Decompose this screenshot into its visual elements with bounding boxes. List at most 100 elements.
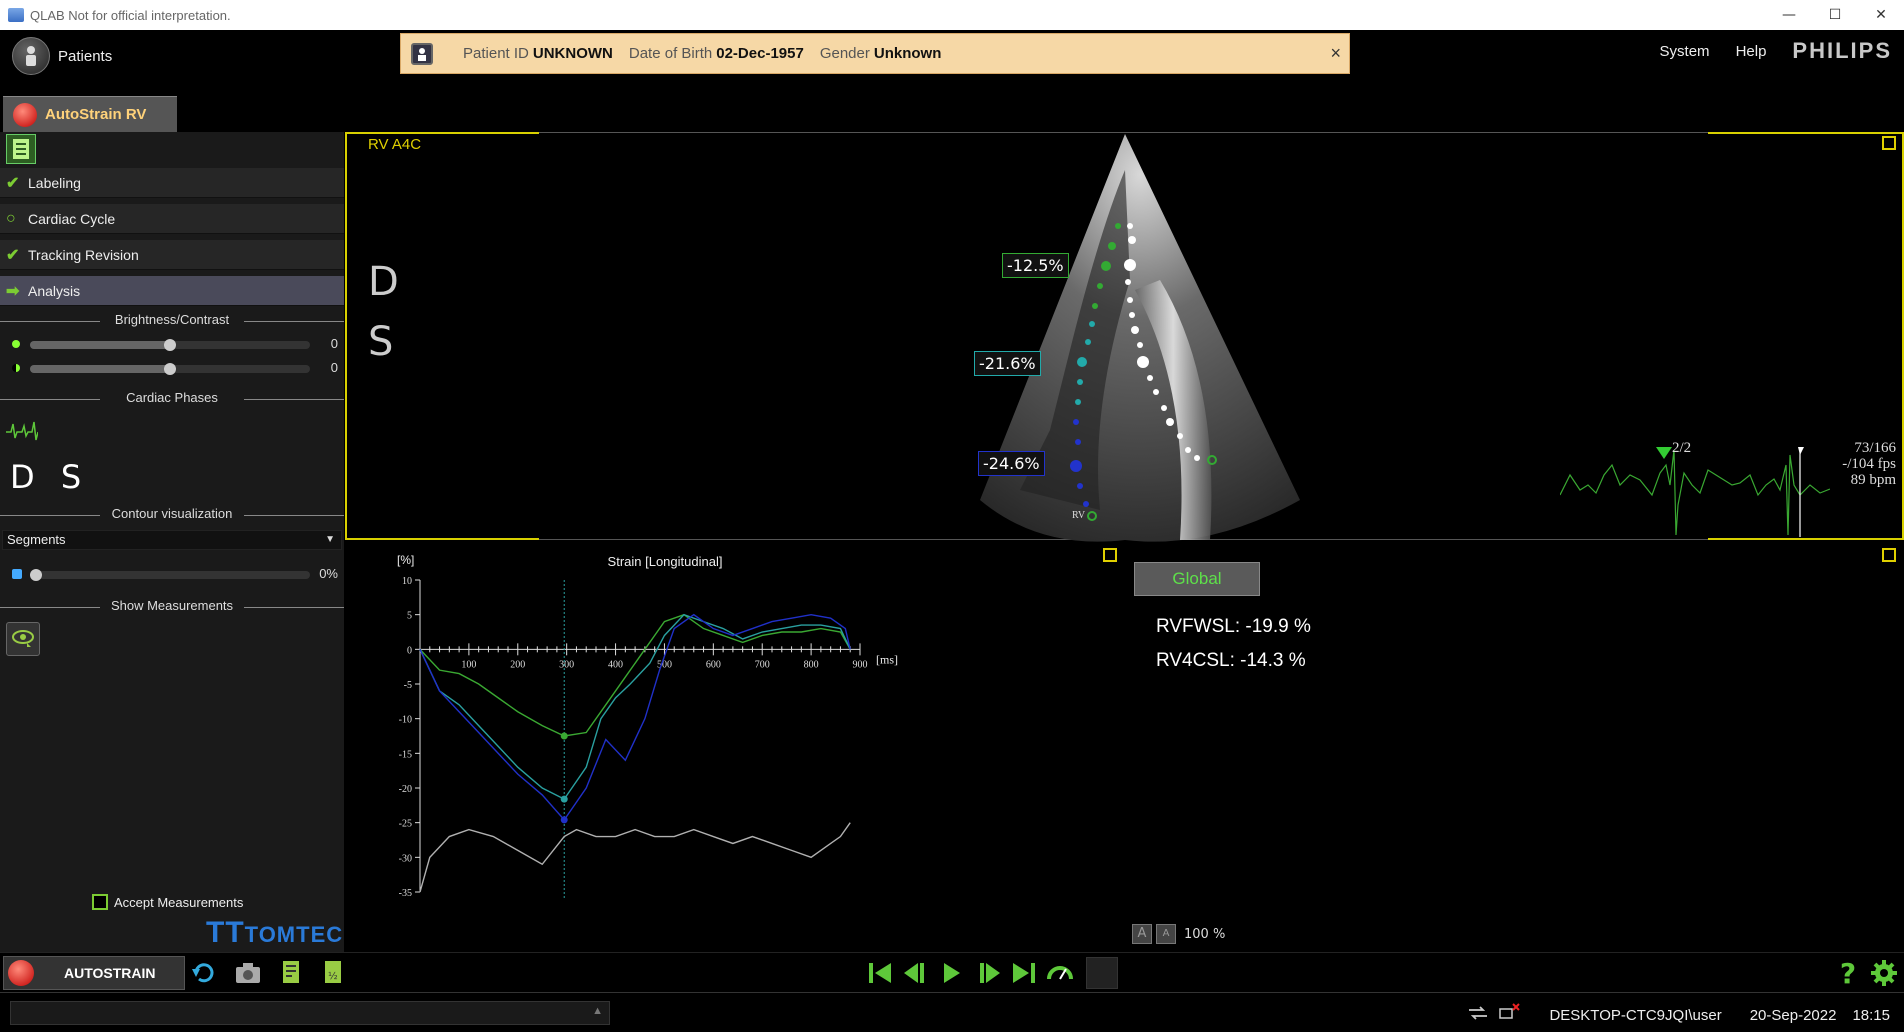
contrast-slider[interactable]: 0 bbox=[8, 360, 338, 376]
slider-knob[interactable] bbox=[164, 363, 176, 375]
view-d-label: D bbox=[368, 259, 399, 305]
step-cardiac-cycle[interactable]: ○ Cardiac Cycle bbox=[0, 204, 344, 234]
frame-rate: -/104 fps bbox=[1842, 456, 1896, 472]
rvfwsl-result: RVFWSL: -19.9 % bbox=[1156, 616, 1311, 637]
strain-chart[interactable]: Strain [Longitudinal] [%] [ms] 10 5 0 -5 -10 -15… bbox=[345, 548, 1105, 918]
expand-up-icon[interactable]: ▲ bbox=[592, 1005, 603, 1017]
dob-key: Date of Birth bbox=[628, 45, 713, 62]
cardiac-phases-title: Cardiac Phases bbox=[0, 390, 344, 408]
first-frame-icon[interactable] bbox=[864, 957, 896, 989]
export-report-icon[interactable]: ½ bbox=[318, 957, 350, 989]
slider-track[interactable] bbox=[30, 339, 310, 351]
brightness-icon bbox=[12, 340, 20, 348]
accept-label: Accept Measurements bbox=[114, 894, 244, 910]
measurement-label-basal: -12.5% bbox=[1002, 253, 1069, 278]
accept-checkbox[interactable] bbox=[92, 894, 108, 910]
status-date: 20-Sep-2022 bbox=[1749, 1006, 1837, 1024]
step-label: Tracking Revision bbox=[28, 246, 139, 263]
chart-series-line-3 bbox=[419, 822, 851, 893]
menu-help[interactable]: Help bbox=[1736, 43, 1767, 60]
step-label: Labeling bbox=[28, 174, 81, 191]
view-s-label: S bbox=[368, 319, 394, 365]
step-tracking-revision[interactable]: ✔ Tracking Revision bbox=[0, 240, 344, 270]
slider-track[interactable] bbox=[30, 569, 310, 581]
check-icon: ✔ bbox=[6, 246, 20, 264]
ecg-marker-right-icon bbox=[1798, 447, 1804, 455]
status-message-field[interactable]: ▲ bbox=[10, 1001, 610, 1025]
contour-opacity-slider[interactable]: 0% bbox=[8, 566, 338, 582]
patient-id-value: UNKNOWN bbox=[532, 45, 613, 62]
chart-y-tick-label: 10 bbox=[402, 576, 412, 587]
philips-logo: PHILIPS bbox=[1792, 38, 1892, 63]
ecg-marker-left-icon bbox=[1656, 447, 1672, 459]
camera-icon[interactable] bbox=[232, 957, 264, 989]
brightness-contrast-title: Brightness/Contrast bbox=[0, 312, 344, 330]
chart-ylabel: [%] bbox=[397, 553, 414, 567]
slider-track[interactable] bbox=[30, 363, 310, 375]
close-window-button[interactable]: ✕ bbox=[1858, 0, 1904, 30]
chart-y-tick-label: -5 bbox=[404, 680, 412, 691]
report-list-icon[interactable] bbox=[6, 134, 36, 164]
step-analysis[interactable]: ➡ Analysis bbox=[0, 276, 344, 306]
ecg-strip[interactable] bbox=[1560, 445, 1830, 540]
minimize-button[interactable]: — bbox=[1766, 0, 1812, 30]
menu-system[interactable]: System bbox=[1660, 43, 1710, 60]
loop-toggle-icon[interactable] bbox=[1086, 957, 1118, 989]
dob-value: 02-Dec-1957 bbox=[716, 45, 804, 62]
arrow-right-icon: ➡ bbox=[6, 282, 20, 300]
patient-bar-close-button[interactable]: × bbox=[1330, 43, 1341, 64]
maximize-view-top-button[interactable] bbox=[1882, 136, 1896, 150]
view-title: RV A4C bbox=[368, 136, 422, 153]
step-labeling[interactable]: ✔ Labeling bbox=[0, 168, 344, 198]
user-name: DESKTOP-CTC9JQI\user bbox=[1549, 1006, 1722, 1024]
contour-select[interactable]: Segments ▼ bbox=[2, 530, 342, 550]
chart-series-line-0 bbox=[419, 613, 851, 737]
next-frame-icon[interactable] bbox=[972, 957, 1004, 989]
chart-x-tick-label: 700 bbox=[755, 659, 770, 670]
slider-knob[interactable] bbox=[164, 339, 176, 351]
playback-speed-icon[interactable] bbox=[1044, 957, 1076, 989]
step-label: Analysis bbox=[28, 282, 81, 299]
last-frame-icon[interactable] bbox=[1008, 957, 1040, 989]
network-error-icon[interactable] bbox=[1499, 1003, 1521, 1027]
app-icon bbox=[8, 8, 24, 22]
patients-button[interactable]: Patients bbox=[12, 36, 112, 76]
patient-id-key: Patient ID bbox=[463, 45, 529, 62]
zoom-small-a-button[interactable]: A bbox=[1156, 924, 1176, 944]
help-icon[interactable]: ? bbox=[1832, 957, 1864, 990]
zoom-level: 100 % bbox=[1184, 926, 1226, 942]
svg-text:½: ½ bbox=[328, 970, 338, 982]
global-button[interactable]: Global bbox=[1134, 562, 1260, 596]
frame-count: 73/166 bbox=[1854, 440, 1896, 456]
slider-knob[interactable] bbox=[30, 569, 42, 581]
brightness-slider[interactable]: 0 bbox=[8, 336, 338, 352]
chart-x-tick-label: 100 bbox=[461, 659, 476, 670]
autostrain-button[interactable]: AUTOSTRAIN bbox=[3, 956, 185, 990]
maximize-results-button[interactable] bbox=[1882, 548, 1896, 562]
show-measurements-eye-button[interactable] bbox=[6, 622, 40, 656]
contrast-value: 0 bbox=[330, 360, 338, 375]
gender-key: Gender bbox=[819, 45, 870, 62]
accept-measurements[interactable]: Accept Measurements bbox=[92, 894, 243, 910]
status-bar: ▲ DESKTOP-CTC9JQI\user 20-Sep-2022 18:15 bbox=[0, 992, 1904, 1032]
tab-autostrain-rv[interactable]: AutoStrain RV bbox=[3, 96, 177, 132]
echo-image[interactable]: RV bbox=[960, 130, 1320, 550]
opacity-icon bbox=[12, 569, 22, 579]
chart-title: Strain [Longitudinal] bbox=[608, 554, 723, 569]
reset-icon[interactable] bbox=[188, 957, 220, 989]
maximize-button[interactable]: ☐ bbox=[1812, 0, 1858, 30]
ecg-phases-icon[interactable] bbox=[6, 420, 38, 442]
patients-icon bbox=[12, 37, 50, 75]
settings-gear-icon[interactable] bbox=[1868, 957, 1900, 989]
previous-frame-icon[interactable] bbox=[900, 957, 932, 989]
zoom-large-a-button[interactable]: A bbox=[1132, 924, 1152, 944]
maximize-chart-button[interactable] bbox=[1103, 548, 1117, 562]
chart-series-line-2 bbox=[419, 613, 851, 822]
play-icon[interactable] bbox=[936, 957, 968, 989]
network-transfer-icon[interactable] bbox=[1467, 1006, 1489, 1024]
chart-y-tick-label: -25 bbox=[399, 819, 412, 830]
chart-x-tick-label: 400 bbox=[608, 659, 623, 670]
report-icon[interactable] bbox=[276, 957, 308, 989]
slider-fill bbox=[30, 341, 170, 349]
brightness-value: 0 bbox=[330, 336, 338, 351]
